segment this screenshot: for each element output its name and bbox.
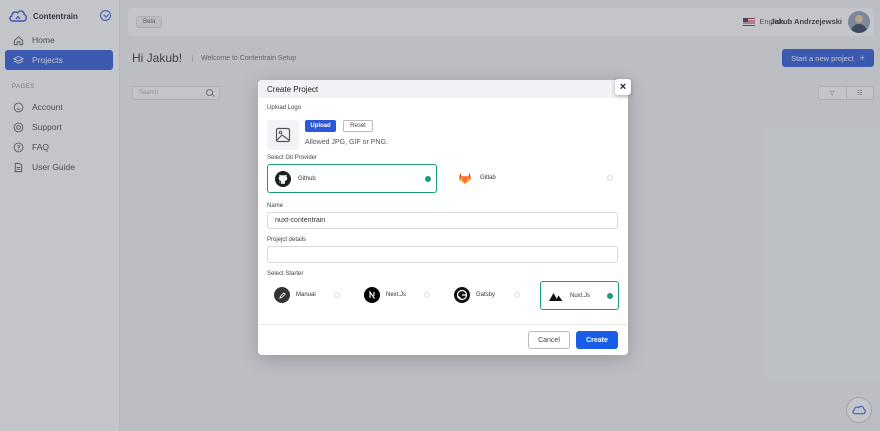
modal-header: Create Project xyxy=(258,80,628,98)
nextjs-icon xyxy=(364,287,380,303)
gatsby-icon xyxy=(454,287,470,303)
allowed-formats-text: Allowed JPG, GIF or PNG. xyxy=(305,139,388,146)
close-icon[interactable]: × xyxy=(615,79,631,95)
github-icon xyxy=(275,171,291,187)
starter-nuxtjs[interactable]: Nuxt.Js xyxy=(540,281,619,310)
pen-icon xyxy=(274,287,290,303)
gitlab-icon xyxy=(457,170,473,186)
starter-manual[interactable]: Manual xyxy=(267,281,346,310)
provider-gitlab[interactable]: Gitlab xyxy=(450,164,620,193)
starter-radio[interactable] xyxy=(607,293,613,299)
upload-button[interactable]: Upload xyxy=(305,120,336,132)
starter-gatsby[interactable]: Gatsby xyxy=(447,281,526,310)
nuxtjs-icon xyxy=(548,288,564,304)
provider-radio[interactable] xyxy=(607,175,613,181)
modal-footer-divider xyxy=(258,324,628,325)
logo-placeholder xyxy=(267,120,299,150)
project-details-input[interactable] xyxy=(267,246,618,263)
project-details-label: Projejct details xyxy=(267,237,307,243)
provider-name: Gitlab xyxy=(480,175,496,181)
modal-title: Create Project xyxy=(267,85,319,94)
image-icon xyxy=(275,127,291,143)
provider-name: Github xyxy=(298,176,316,182)
cancel-button[interactable]: Cancel xyxy=(528,331,570,349)
starter-name: Manual xyxy=(296,292,316,298)
starter-nextjs[interactable]: Next.Js xyxy=(357,281,436,310)
git-provider-label: Select Git Provider xyxy=(267,155,318,161)
provider-radio[interactable] xyxy=(425,176,431,182)
provider-github[interactable]: Github xyxy=(267,164,437,193)
create-button[interactable]: Create xyxy=(576,331,618,349)
starter-radio[interactable] xyxy=(514,292,520,298)
starter-radio[interactable] xyxy=(334,292,340,298)
starter-name: Next.Js xyxy=(386,292,407,298)
starter-radio[interactable] xyxy=(424,292,430,298)
reset-button[interactable]: Reset xyxy=(343,120,373,132)
starter-label: Select Starter xyxy=(267,271,304,277)
starter-name: Gatsby xyxy=(476,292,496,298)
upload-logo-label: Upload Logo xyxy=(267,105,302,111)
create-project-modal: Create Project Upload Logo Upload Reset … xyxy=(258,80,628,355)
name-input[interactable] xyxy=(267,212,618,229)
starter-name: Nuxt.Js xyxy=(570,293,591,299)
name-label: Name xyxy=(267,203,284,209)
